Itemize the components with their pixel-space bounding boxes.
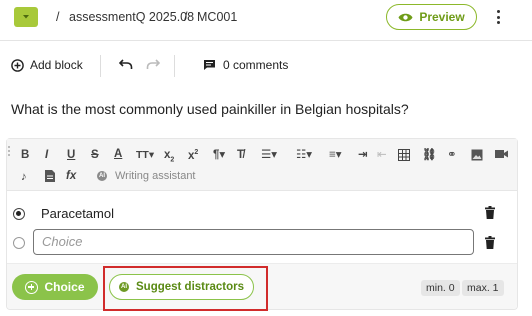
top-bar: / assessmentQ 2025.08 / MC001 Preview [0, 0, 532, 36]
folder-icon[interactable] [14, 7, 38, 27]
delete-icon[interactable] [485, 206, 495, 219]
undo-icon[interactable] [119, 59, 133, 71]
underline-icon[interactable]: U [67, 148, 75, 162]
max-badge: max. 1 [462, 280, 504, 296]
rich-text-toolbar: B I U S A TT▾ x2 x2 ¶▾ T̸ ☰▾ ☷▾ ≡▾ ⇥ ⇤ ⛓… [7, 139, 517, 191]
highlight-box [103, 266, 268, 311]
audio-icon[interactable]: ♪ [21, 170, 27, 184]
file-icon[interactable] [45, 170, 55, 182]
insert-link-icon[interactable]: ⚭ [447, 148, 457, 162]
align-icon[interactable]: ≡▾ [329, 148, 341, 162]
indent-icon[interactable]: ⇥ [358, 148, 368, 162]
choice-text[interactable]: Paracetamol [41, 206, 114, 221]
toolbar-divider [174, 55, 175, 77]
add-choice-label: Choice [44, 280, 85, 294]
preview-label: Preview [419, 10, 465, 24]
breadcrumb-separator: / [184, 10, 188, 24]
image-icon[interactable] [471, 149, 483, 161]
paragraph-format-icon[interactable]: ¶▾ [213, 148, 225, 162]
clear-format-icon[interactable]: T̸ [237, 148, 244, 162]
delete-icon[interactable] [485, 236, 495, 249]
link-icon[interactable]: ⛓ [422, 148, 437, 162]
editor-toolbar: Add block 0 comments [0, 52, 532, 80]
breadcrumb-item: MC001 [197, 10, 238, 24]
choice-radio[interactable] [13, 237, 25, 249]
header-divider [0, 40, 532, 41]
font-size-icon[interactable]: TT▾ [136, 148, 154, 162]
video-icon[interactable] [495, 149, 508, 159]
writing-assistant-icon: AI [97, 171, 107, 181]
comment-icon [204, 60, 215, 70]
redo-icon[interactable] [146, 59, 160, 71]
preview-button[interactable]: Preview [386, 4, 477, 30]
italic-icon[interactable]: I [45, 148, 48, 162]
add-block-button[interactable]: Add block [11, 58, 83, 72]
add-choice-button[interactable]: Choice [12, 274, 98, 300]
eye-icon [398, 13, 413, 21]
choice-row: Paracetamol [7, 199, 517, 229]
plus-circle-icon [25, 280, 39, 294]
question-text[interactable]: What is the most commonly used painkille… [11, 101, 409, 117]
writing-assistant-button[interactable]: AI Writing assistant [97, 170, 196, 182]
text-color-icon[interactable]: A [114, 147, 122, 161]
outdent-icon[interactable]: ⇤ [377, 148, 387, 162]
drag-handle-icon[interactable] [7, 145, 11, 157]
min-badge: min. 0 [421, 280, 460, 296]
bullet-list-icon[interactable]: ☰▾ [261, 148, 277, 162]
more-options-icon[interactable] [492, 8, 504, 26]
numbered-list-icon[interactable]: ☷▾ [296, 148, 312, 162]
breadcrumb-separator: / [56, 10, 60, 24]
formula-icon[interactable]: fx [66, 169, 76, 183]
add-block-label: Add block [30, 58, 83, 72]
toolbar-divider [100, 55, 101, 77]
superscript-icon[interactable]: x2 [188, 146, 198, 163]
strikethrough-icon[interactable]: S [91, 148, 99, 162]
comments-label: 0 comments [223, 58, 289, 72]
table-icon[interactable] [398, 149, 410, 161]
choice-row-new: Choice [7, 228, 517, 258]
choice-radio[interactable] [13, 208, 25, 220]
writing-assistant-label: Writing assistant [115, 170, 196, 182]
breadcrumb-folder[interactable]: assessmentQ 2025.08 [69, 10, 194, 24]
add-circle-icon [11, 58, 24, 72]
bold-icon[interactable]: B [21, 148, 29, 162]
new-choice-input[interactable]: Choice [33, 229, 474, 255]
subscript-icon[interactable]: x2 [164, 148, 174, 167]
comments-button[interactable]: 0 comments [203, 58, 288, 72]
